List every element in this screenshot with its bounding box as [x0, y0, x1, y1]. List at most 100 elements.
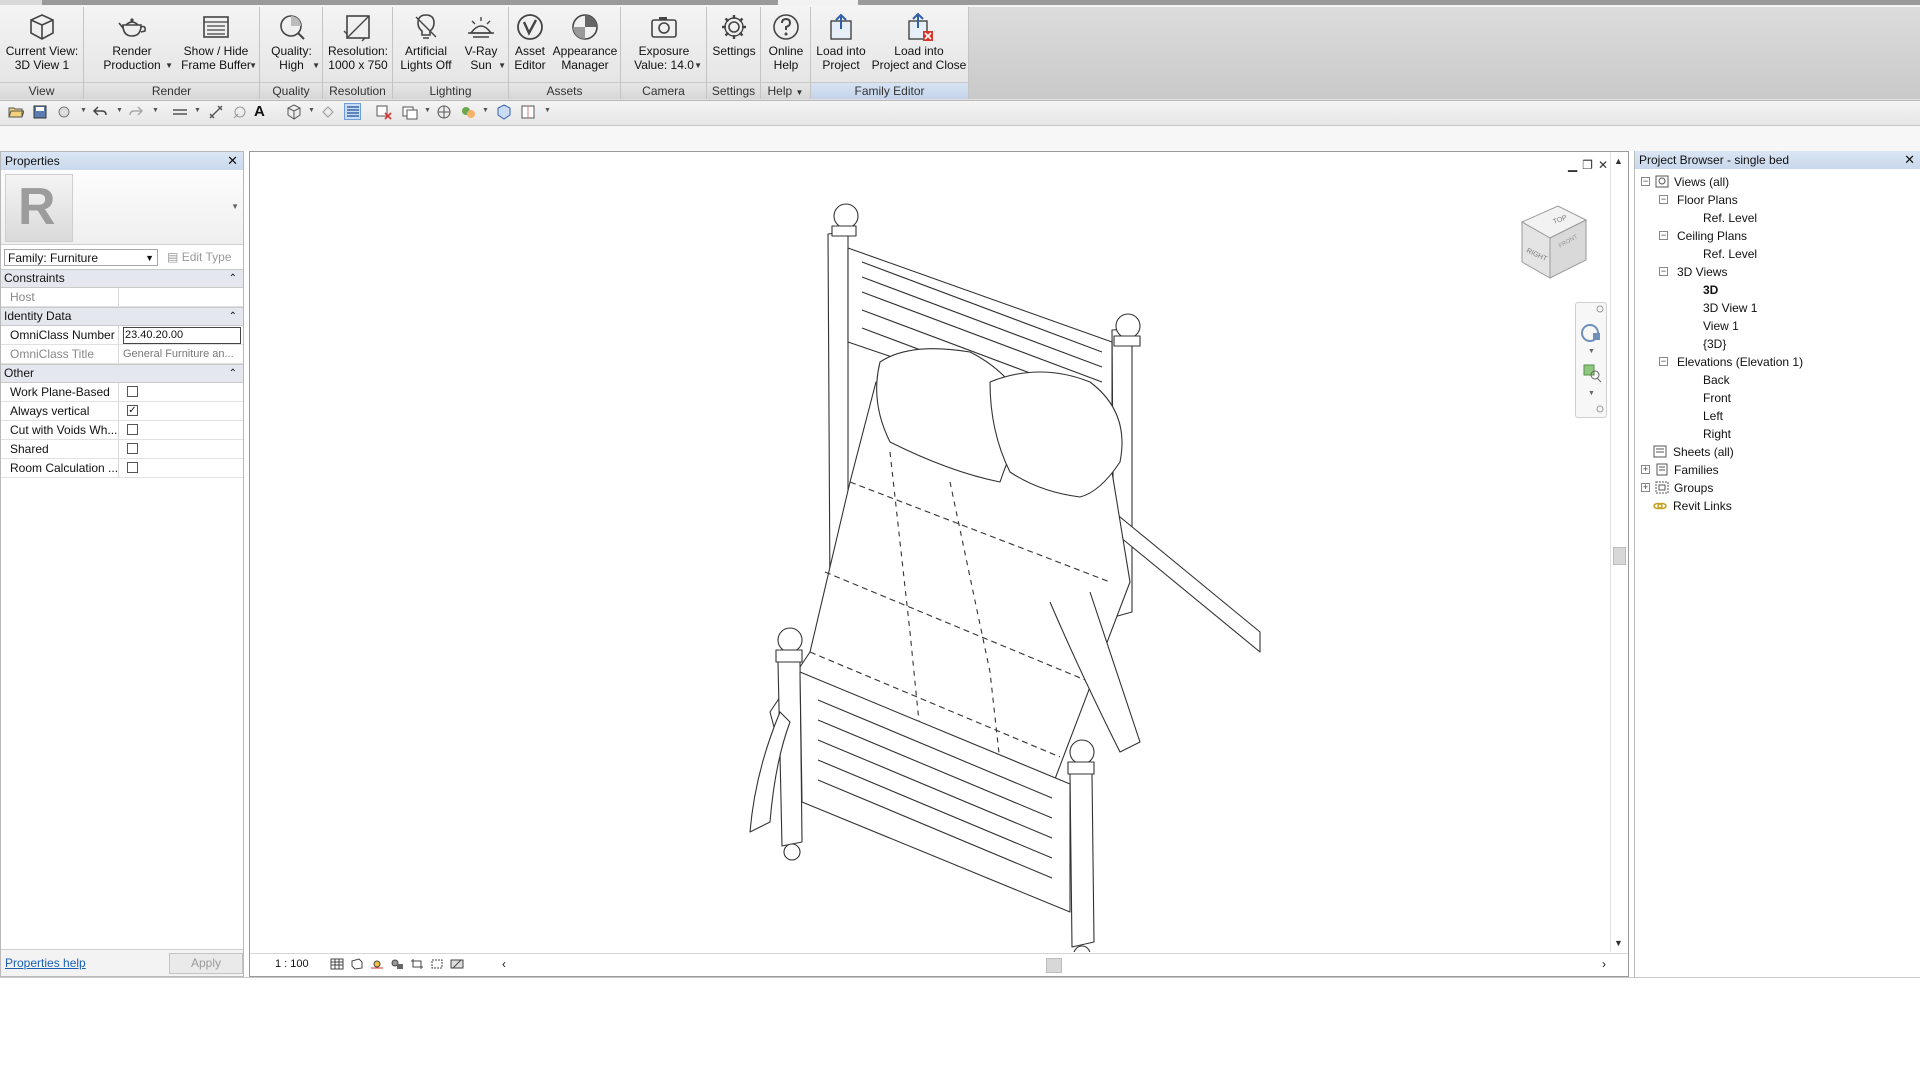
viewcube[interactable]: TOP RIGHT FRONT: [1512, 200, 1592, 284]
room-calc-checkbox[interactable]: [127, 462, 138, 473]
switch-windows-icon[interactable]: [402, 104, 418, 120]
3d-dropdown-icon[interactable]: ▼: [308, 107, 315, 114]
visual-style-icon[interactable]: [350, 958, 364, 970]
scroll-up-icon[interactable]: ▲: [1614, 156, 1623, 166]
undo-icon[interactable]: [92, 104, 108, 120]
tree-item-right[interactable]: Right: [1703, 425, 1903, 443]
render-production-button[interactable]: Render Production ▼: [92, 9, 173, 81]
crop-region-icon[interactable]: [430, 958, 444, 970]
tree-item-3d-view-1[interactable]: 3D View 1: [1703, 299, 1903, 317]
measure-icon[interactable]: [172, 104, 188, 120]
collapse-toggle-icon[interactable]: −: [1659, 195, 1668, 204]
drawing-viewport[interactable]: ▁ ❐ ✕ TOP RIGHT FRONT ▼ ▼ ▲ ▼ 1: 100 ‹ …: [249, 151, 1629, 977]
family-filter-select[interactable]: Family: Furniture ▼: [4, 249, 158, 266]
collapse-icon[interactable]: ⌃: [229, 365, 237, 382]
render-sphere-icon[interactable]: [436, 104, 452, 120]
tree-item-families[interactable]: + Families: [1641, 461, 1901, 479]
load-and-close-button[interactable]: Load into Project and Close: [871, 9, 967, 81]
collapse-toggle-icon[interactable]: −: [1659, 267, 1668, 276]
scroll-left-icon[interactable]: ‹: [502, 957, 506, 971]
panel-title-help[interactable]: Help ▼: [761, 82, 810, 99]
collapse-toggle-icon[interactable]: −: [1659, 231, 1668, 240]
tree-item-front[interactable]: Front: [1703, 389, 1903, 407]
zoom-icon[interactable]: [1583, 364, 1602, 383]
tree-item-revit-links[interactable]: Revit Links: [1653, 497, 1893, 515]
collapse-icon[interactable]: ⌃: [229, 270, 237, 287]
tree-item-floor-plans[interactable]: − Floor Plans: [1659, 191, 1899, 209]
shadows-icon[interactable]: [390, 958, 404, 970]
save-icon[interactable]: [32, 104, 48, 120]
expand-toggle-icon[interactable]: +: [1641, 483, 1650, 492]
help-dropdown-icon[interactable]: ▼: [796, 88, 804, 97]
exposure-button[interactable]: Exposure Value: 14.0 ▼: [627, 9, 702, 81]
text-icon[interactable]: A: [254, 104, 270, 120]
open-icon[interactable]: [8, 104, 25, 120]
tree-item-3d[interactable]: 3D: [1703, 281, 1903, 299]
navbar-dropdown-icon[interactable]: ▼: [1588, 390, 1595, 397]
customize-qat-icon[interactable]: ▼: [544, 107, 551, 114]
redo-dropdown-icon[interactable]: ▼: [152, 107, 159, 114]
collapse-toggle-icon[interactable]: −: [1659, 357, 1668, 366]
scroll-down-icon[interactable]: ▼: [1614, 938, 1623, 948]
tree-item-back[interactable]: Back: [1703, 371, 1903, 389]
always-vertical-checkbox[interactable]: ✓: [127, 405, 138, 416]
view-scale[interactable]: 1 : 100: [275, 958, 309, 970]
cut-voids-checkbox[interactable]: [127, 424, 138, 435]
detail-level-icon[interactable]: [330, 958, 344, 970]
collapse-icon[interactable]: ⌃: [229, 308, 237, 325]
sun-path-icon[interactable]: [370, 958, 384, 970]
navbar-dropdown-icon[interactable]: ▼: [1588, 348, 1595, 355]
steering-wheel-icon[interactable]: [1581, 324, 1600, 342]
shared-checkbox[interactable]: [127, 443, 138, 454]
windows-dropdown-icon[interactable]: ▼: [424, 107, 431, 114]
render-dropdown-icon[interactable]: ▼: [482, 107, 489, 114]
edit-type-button[interactable]: ▤ Edit Type: [167, 250, 232, 264]
work-plane-checkbox[interactable]: [127, 386, 138, 397]
redo-icon[interactable]: [128, 104, 144, 120]
close-icon[interactable]: ✕: [1904, 151, 1915, 169]
tree-item-views-all[interactable]: − Views (all): [1641, 173, 1901, 191]
navbar-options-icon[interactable]: [1596, 405, 1604, 413]
tree-item-ceiling-plans[interactable]: − Ceiling Plans: [1659, 227, 1899, 245]
scroll-thumb[interactable]: [1613, 547, 1626, 565]
dropdown-arrow-icon[interactable]: ▼: [165, 59, 173, 73]
tree-item-elevations[interactable]: − Elevations (Elevation 1): [1659, 353, 1899, 371]
tree-item-ceiling-ref-level[interactable]: Ref. Level: [1703, 245, 1903, 263]
group-other[interactable]: Other ⌃: [1, 364, 243, 383]
quality-button[interactable]: Quality: High ▼: [264, 9, 320, 81]
dropdown-arrow-icon[interactable]: ▼: [694, 59, 702, 73]
navbar-close-icon[interactable]: [1596, 305, 1604, 313]
group-constraints[interactable]: Constraints ⌃: [1, 269, 243, 288]
tab-active-hint[interactable]: [778, 0, 858, 5]
vray-sun-button[interactable]: V-Ray Sun ▼: [457, 9, 506, 81]
tree-item-3d-default[interactable]: {3D}: [1703, 335, 1903, 353]
undo-dropdown-icon[interactable]: ▼: [116, 107, 123, 114]
asset-editor-button[interactable]: Asset Editor: [511, 9, 549, 81]
chevron-down-icon[interactable]: ▼: [231, 202, 239, 211]
section-icon[interactable]: [320, 104, 336, 120]
close-hidden-windows-icon[interactable]: [376, 104, 392, 120]
tree-item-view-1[interactable]: View 1: [1703, 317, 1903, 335]
load-into-project-button[interactable]: Load into Project: [813, 9, 869, 81]
omniclass-number-field[interactable]: 23.40.20.00: [123, 327, 241, 344]
hide-isolate-icon[interactable]: [450, 958, 464, 970]
group-identity-data[interactable]: Identity Data ⌃: [1, 307, 243, 326]
dropdown-arrow-icon[interactable]: ▼: [249, 59, 257, 73]
expand-toggle-icon[interactable]: +: [1641, 465, 1650, 474]
collapse-toggle-icon[interactable]: −: [1641, 177, 1650, 186]
cube-blue-icon[interactable]: [496, 104, 512, 120]
frame-icon[interactable]: [520, 104, 536, 120]
current-view-button[interactable]: Current View: 3D View 1: [4, 9, 80, 81]
properties-help-link[interactable]: Properties help: [5, 956, 86, 970]
tree-item-sheets[interactable]: Sheets (all): [1653, 443, 1893, 461]
aligned-dimension-icon[interactable]: [208, 104, 224, 120]
settings-button[interactable]: Settings: [709, 9, 759, 81]
tree-item-floor-ref-level[interactable]: Ref. Level: [1703, 209, 1903, 227]
artificial-lights-button[interactable]: Artificial Lights Off: [397, 9, 455, 81]
tree-item-groups[interactable]: + Groups: [1641, 479, 1901, 497]
dropdown-arrow-icon[interactable]: ▼: [498, 59, 506, 73]
appearance-manager-button[interactable]: Appearance Manager: [551, 9, 619, 81]
thin-lines-icon[interactable]: [344, 103, 361, 120]
scroll-right-icon[interactable]: ›: [1602, 957, 1606, 971]
horizontal-scroll-thumb[interactable]: [1046, 958, 1062, 973]
